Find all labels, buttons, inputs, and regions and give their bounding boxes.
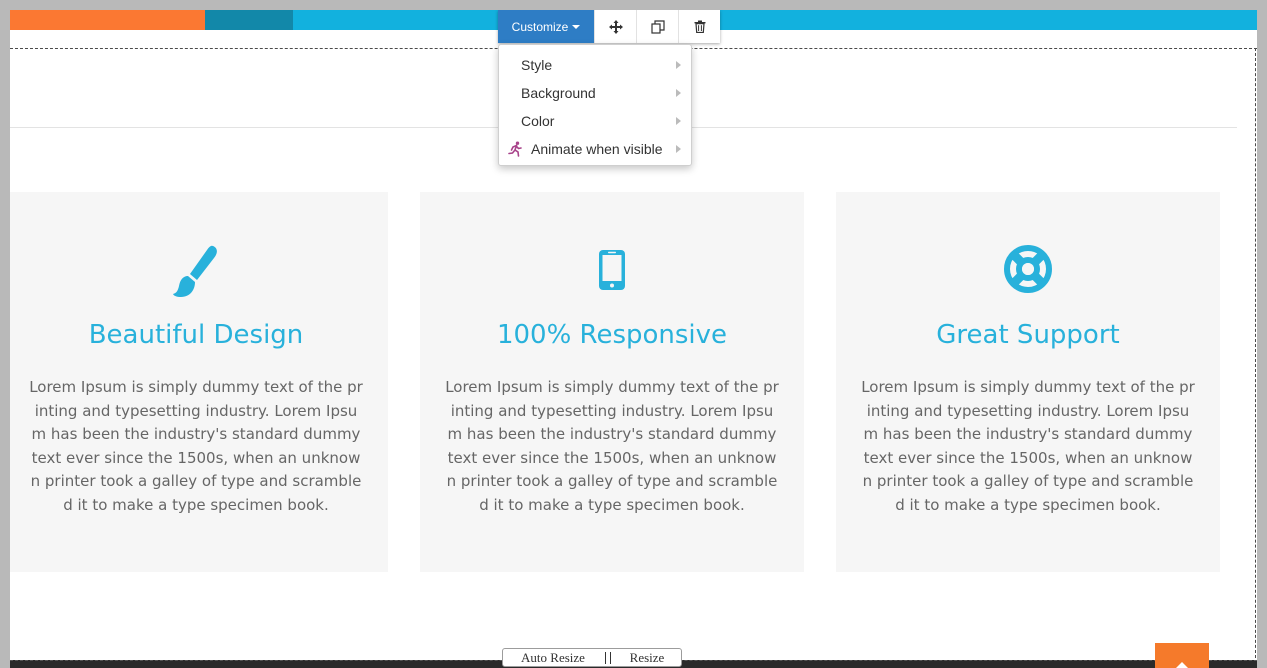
submenu-arrow-icon bbox=[676, 117, 681, 125]
clone-icon bbox=[650, 19, 665, 34]
menu-item-label: Color bbox=[521, 113, 555, 129]
customize-label: Customize bbox=[511, 19, 569, 34]
submenu-arrow-icon bbox=[676, 89, 681, 97]
resize-handle-icon[interactable] bbox=[605, 651, 611, 664]
header-strip-orange bbox=[10, 10, 205, 30]
feature-title: Great Support bbox=[936, 320, 1120, 350]
menu-item-label: Animate when visible bbox=[531, 141, 663, 157]
header-strip-teal bbox=[205, 10, 293, 30]
resize-button[interactable]: Resize bbox=[613, 650, 681, 666]
editor-canvas: Customize Style Background Color Animate… bbox=[10, 10, 1257, 668]
feature-title: 100% Responsive bbox=[496, 320, 728, 350]
auto-resize-button[interactable]: Auto Resize bbox=[503, 650, 603, 666]
customize-dropdown-menu: Style Background Color Animate when visi… bbox=[498, 44, 692, 166]
submenu-arrow-icon bbox=[676, 145, 681, 153]
move-icon bbox=[608, 19, 623, 34]
feature-card-design: Beautiful Design Lorem Ipsum is simply d… bbox=[10, 192, 388, 572]
delete-button[interactable] bbox=[678, 10, 720, 43]
mobile-phone-icon bbox=[599, 250, 625, 290]
menu-item-animate-when-visible[interactable]: Animate when visible bbox=[499, 135, 691, 163]
menu-item-label: Style bbox=[521, 57, 553, 73]
feature-description: Lorem Ipsum is simply dummy text of the … bbox=[29, 378, 363, 514]
scroll-to-top-button[interactable] bbox=[1155, 643, 1209, 668]
menu-item-label: Background bbox=[521, 85, 596, 101]
running-figure-icon bbox=[508, 141, 522, 157]
resize-control: Auto Resize Resize bbox=[502, 648, 682, 667]
menu-item-style[interactable]: Style bbox=[499, 51, 691, 79]
arrow-up-icon bbox=[1173, 662, 1191, 668]
feature-card-responsive: 100% Responsive Lorem Ipsum is simply du… bbox=[420, 192, 804, 572]
life-ring-icon bbox=[1004, 245, 1052, 293]
move-button[interactable] bbox=[594, 10, 636, 43]
section-toolbar: Customize bbox=[498, 10, 720, 43]
menu-item-background[interactable]: Background bbox=[499, 79, 691, 107]
feature-title: Beautiful Design bbox=[88, 320, 304, 350]
clone-button[interactable] bbox=[636, 10, 678, 43]
feature-card-support: Great Support Lorem Ipsum is simply dumm… bbox=[836, 192, 1220, 572]
customize-button[interactable]: Customize bbox=[498, 10, 594, 43]
feature-description: Lorem Ipsum is simply dummy text of the … bbox=[861, 378, 1195, 514]
section-outline-right bbox=[1255, 48, 1256, 668]
trash-icon bbox=[694, 20, 705, 33]
paintbrush-icon bbox=[173, 245, 217, 297]
caret-down-icon bbox=[572, 25, 581, 29]
header-strip-blue bbox=[293, 10, 1257, 30]
submenu-arrow-icon bbox=[676, 61, 681, 69]
menu-item-color[interactable]: Color bbox=[499, 107, 691, 135]
feature-description: Lorem Ipsum is simply dummy text of the … bbox=[445, 378, 779, 514]
